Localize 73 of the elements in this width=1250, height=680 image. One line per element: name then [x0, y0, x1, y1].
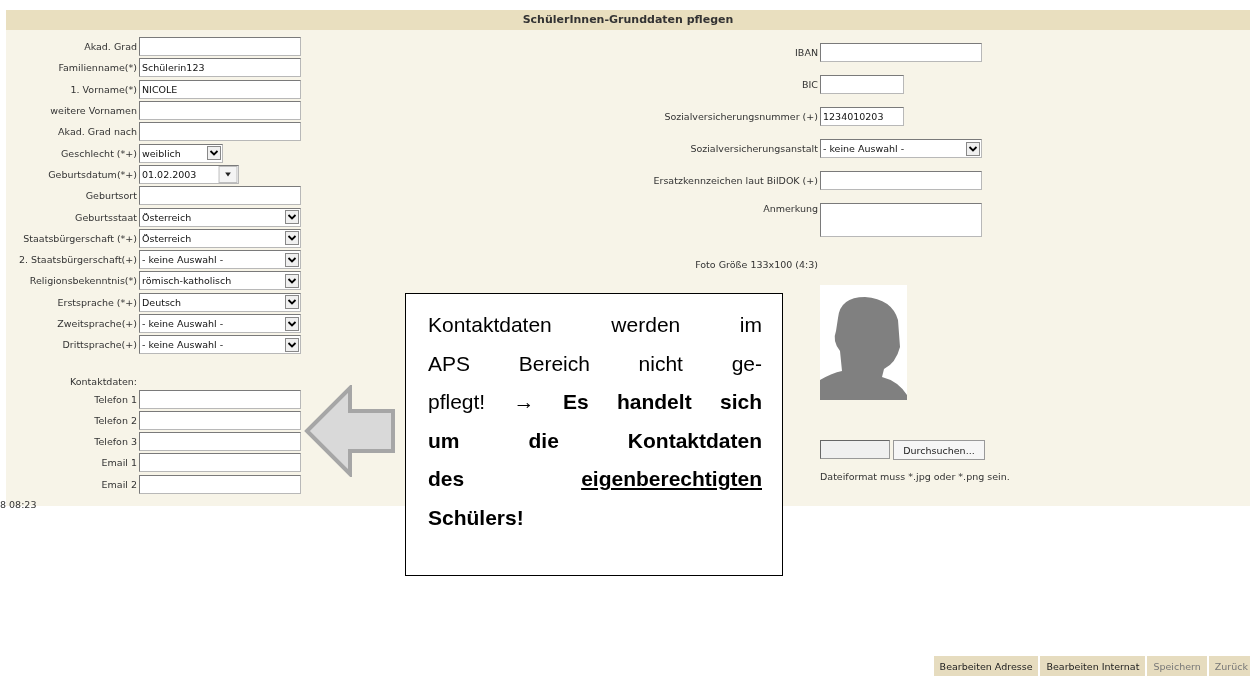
- text-field[interactable]: 1234010203: [820, 107, 904, 126]
- caret-down-icon: [218, 165, 238, 183]
- field-label: Telefon 2: [93, 414, 138, 426]
- dropdown[interactable]: Deutsch: [139, 292, 301, 312]
- field-label: Anmerkung: [762, 203, 819, 214]
- text-field[interactable]: [139, 186, 301, 206]
- chevron-down-icon: [285, 337, 299, 352]
- field-label: Telefon 1: [93, 393, 138, 405]
- text-field[interactable]: [139, 122, 301, 142]
- text-field[interactable]: [139, 453, 301, 473]
- chevron-down-icon: [285, 295, 299, 310]
- text-field[interactable]: [139, 389, 301, 409]
- text-field[interactable]: [139, 410, 301, 430]
- field-label: 1. Vorname(*): [69, 83, 138, 95]
- page-title: SchülerInnen-Grunddaten pflegen: [6, 10, 1250, 30]
- text-field[interactable]: [139, 432, 301, 452]
- dropdown[interactable]: Österreich: [139, 207, 301, 227]
- text-field[interactable]: [139, 101, 301, 121]
- date-picker[interactable]: 01.02.2003: [139, 164, 239, 184]
- field-label: 2. Staatsbürgerschaft(+): [17, 254, 138, 266]
- field-label: Geburtsort: [84, 190, 138, 202]
- timestamp: 8 08:23: [0, 498, 38, 510]
- text-field[interactable]: NICOLE: [139, 79, 301, 99]
- chevron-down-icon: [285, 231, 299, 246]
- field-label: Erstsprache (*+): [56, 296, 138, 308]
- browse-button[interactable]: Durchsuchen...: [893, 440, 985, 460]
- field-label: Sozialversicherungsanstalt: [689, 143, 819, 154]
- chevron-down-icon: [285, 316, 299, 331]
- text-field[interactable]: [139, 37, 301, 57]
- field-label: IBAN: [794, 47, 819, 58]
- field-label: Religionsbekenntnis(*): [28, 275, 138, 287]
- field-label: Staatsbürgerschaft (*+): [22, 232, 138, 244]
- chevron-down-icon: [966, 141, 980, 156]
- field-label: Drittsprache(+): [61, 339, 138, 351]
- text-field[interactable]: [820, 75, 904, 94]
- dropdown[interactable]: - keine Auswahl -: [139, 314, 301, 333]
- chevron-down-icon: [207, 146, 221, 161]
- text-field[interactable]: Schülerin123: [139, 58, 301, 78]
- field-label: Geburtsstaat: [74, 211, 138, 223]
- field-label: Akad. Grad: [83, 41, 138, 53]
- field-label: Ersatzkennzeichen laut BilDOK (+): [652, 175, 819, 186]
- text-area[interactable]: [820, 203, 982, 237]
- field-label: Telefon 3: [93, 436, 138, 448]
- chevron-down-icon: [285, 210, 299, 224]
- dropdown[interactable]: - keine Auswahl -: [820, 139, 982, 158]
- left-arrow-icon: [304, 385, 396, 477]
- text-field[interactable]: [820, 171, 982, 190]
- field-label: Geschlecht (*+): [60, 147, 138, 159]
- section-label: Kontaktdaten:: [69, 376, 138, 389]
- callout-text: Kontaktdaten werden im APS Bereich nicht ge- pflegt! → Es handelt sich um die Kontaktdaten des eigenberechtigten Schülers!: [428, 312, 762, 531]
- text-field[interactable]: [820, 43, 982, 62]
- dropdown[interactable]: - keine Auswahl -: [139, 250, 301, 270]
- chevron-down-icon: [285, 273, 299, 288]
- dropdown[interactable]: weiblich: [139, 143, 223, 163]
- dropdown[interactable]: - keine Auswahl -: [139, 335, 301, 355]
- field-label: Email 1: [100, 457, 138, 469]
- file-path-field[interactable]: [820, 440, 890, 459]
- chevron-down-icon: [285, 252, 299, 267]
- file-format-hint: Dateiformat muss *.jpg oder *.png sein.: [820, 471, 1010, 482]
- text-field[interactable]: [139, 474, 301, 494]
- field-label: Zweitsprache(+): [56, 318, 138, 329]
- field-label: Sozialversicherungsnummer (+): [663, 111, 819, 122]
- field-label: Email 2: [100, 478, 138, 490]
- action-button[interactable]: Bearbeiten Adresse: [932, 656, 1039, 676]
- field-label: Foto Größe 133x100 (4:3): [694, 258, 819, 270]
- dropdown[interactable]: römisch-katholisch: [139, 271, 301, 291]
- action-button[interactable]: Bearbeiten Internat: [1039, 656, 1146, 676]
- dropdown[interactable]: Österreich: [139, 228, 301, 248]
- field-label: Familienname(*): [57, 62, 138, 74]
- field-label: BIC: [801, 79, 819, 90]
- field-label: Geburtsdatum(*+): [47, 168, 138, 180]
- field-label: Akad. Grad nach: [57, 126, 138, 138]
- field-label: weitere Vornamen: [49, 105, 138, 117]
